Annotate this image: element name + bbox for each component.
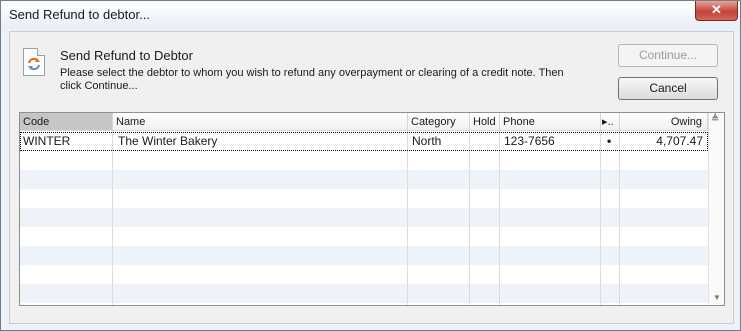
dialog-content: Send Refund to Debtor Please select the … bbox=[9, 31, 734, 324]
sort-arrow-icon[interactable]: ≜ bbox=[711, 114, 719, 125]
column-header-code[interactable]: Code bbox=[20, 113, 113, 131]
cancel-button[interactable]: Cancel bbox=[618, 77, 718, 100]
column-header-category[interactable]: Category bbox=[408, 113, 470, 131]
chevron-down-icon[interactable]: ▼ bbox=[713, 293, 721, 302]
close-icon: ✕ bbox=[711, 2, 722, 17]
table-row bbox=[20, 246, 708, 265]
window-title: Send Refund to debtor... bbox=[9, 7, 150, 22]
column-header-hold[interactable]: Hold bbox=[470, 113, 500, 131]
table-row bbox=[20, 227, 708, 246]
refresh-document-icon bbox=[23, 48, 45, 76]
dialog-description: Please select the debtor to whom you wis… bbox=[60, 67, 564, 92]
cell-category: North bbox=[412, 134, 442, 148]
cell-phone: 123-7656 bbox=[504, 134, 555, 148]
table-row bbox=[20, 189, 708, 208]
column-divider bbox=[407, 131, 408, 305]
debtor-table[interactable]: Code Name Category Hold Phone ▸.. Owing … bbox=[19, 112, 725, 306]
column-divider bbox=[499, 131, 500, 305]
table-row bbox=[20, 170, 708, 189]
dialog-window: Send Refund to debtor... ✕ Send Refund t… bbox=[0, 0, 741, 331]
dialog-heading: Send Refund to Debtor bbox=[60, 48, 193, 63]
column-divider bbox=[469, 131, 470, 305]
column-header-phone[interactable]: Phone bbox=[500, 113, 601, 131]
table-row bbox=[20, 208, 708, 227]
column-divider bbox=[600, 131, 601, 305]
continue-button[interactable]: Continue... bbox=[618, 44, 718, 67]
cell-owing: 4,707.47 bbox=[656, 134, 703, 148]
column-divider bbox=[619, 131, 620, 305]
title-bar: Send Refund to debtor... ✕ bbox=[1, 1, 740, 29]
close-button[interactable]: ✕ bbox=[695, 1, 738, 21]
column-header-owing[interactable]: Owing bbox=[620, 113, 708, 131]
table-row bbox=[20, 284, 708, 303]
cell-name: The Winter Bakery bbox=[118, 134, 218, 148]
column-header-name[interactable]: Name bbox=[113, 113, 408, 131]
cell-flag: • bbox=[607, 134, 612, 148]
column-divider bbox=[112, 131, 113, 305]
table-row bbox=[20, 265, 708, 284]
column-header-flag[interactable]: ▸.. bbox=[601, 113, 620, 131]
table-row bbox=[20, 151, 708, 170]
vertical-scrollbar[interactable]: ≜ ▼ bbox=[708, 113, 724, 305]
cell-code: WINTER bbox=[23, 134, 71, 148]
